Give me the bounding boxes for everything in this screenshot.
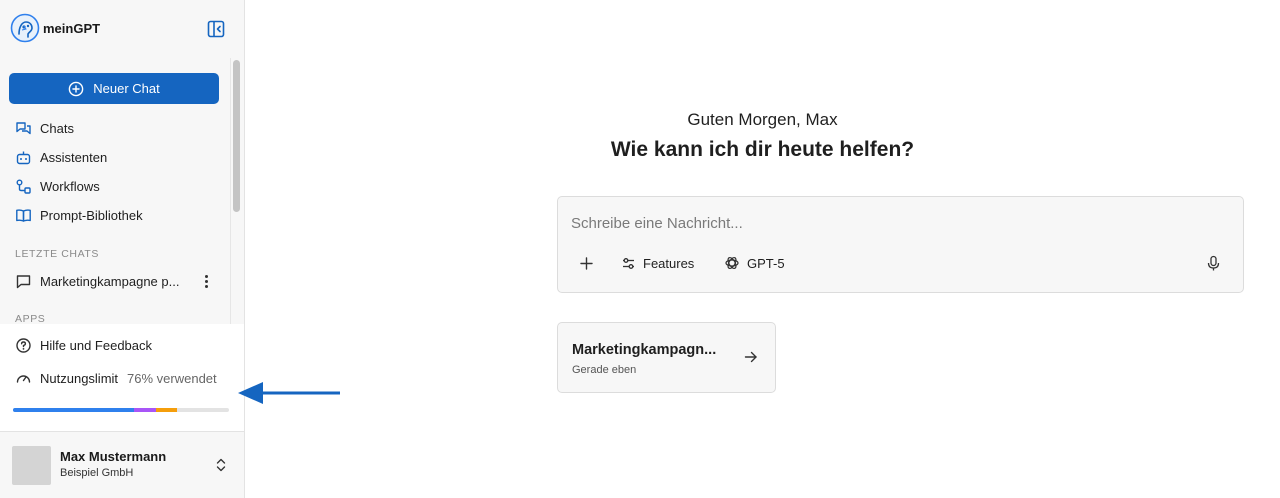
greeting: Guten Morgen, Max bbox=[687, 110, 838, 129]
message-icon bbox=[16, 274, 31, 288]
plus-icon bbox=[580, 256, 593, 270]
message-input[interactable] bbox=[571, 211, 1171, 235]
features-button[interactable]: Features bbox=[621, 253, 694, 273]
microphone-icon bbox=[1207, 255, 1220, 270]
help-feedback-link[interactable]: Hilfe und Feedback bbox=[15, 335, 152, 355]
recent-chat-card[interactable]: Marketingkampagn... Gerade eben bbox=[557, 322, 776, 393]
chevron-up-down-icon[interactable] bbox=[213, 456, 229, 474]
arrow-right-icon bbox=[744, 351, 757, 363]
robot-icon bbox=[16, 151, 31, 164]
scroll-divider bbox=[230, 58, 231, 324]
model-label: GPT-5 bbox=[747, 255, 785, 271]
openai-icon bbox=[725, 256, 739, 270]
page-title: Wie kann ich dir heute helfen? bbox=[610, 138, 915, 161]
recent-card-title: Marketingkampagn... bbox=[572, 342, 717, 358]
recent-chat-title: Marketingkampagne p... bbox=[40, 273, 180, 289]
usage-label: Nutzungslimit bbox=[40, 370, 119, 386]
new-chat-label: Neuer Chat bbox=[93, 81, 160, 96]
recent-chats-heading: LETZTE CHATS bbox=[15, 248, 100, 260]
sidebar: meinGPT Neuer Chat Chats Assistenten Wor… bbox=[0, 0, 245, 498]
sidebar-scrollbar[interactable] bbox=[233, 60, 240, 212]
sidebar-item-label: Workflows bbox=[40, 178, 100, 194]
sidebar-item-prompt-bibliothek[interactable]: Prompt-Bibliothek bbox=[15, 205, 143, 225]
user-company: Beispiel GmbH bbox=[60, 467, 134, 479]
sidebar-item-label: Assistenten bbox=[40, 149, 108, 165]
book-icon bbox=[16, 208, 31, 222]
chats-icon bbox=[16, 121, 31, 134]
brand[interactable]: meinGPT bbox=[10, 12, 100, 44]
attach-button[interactable] bbox=[579, 253, 601, 273]
help-icon bbox=[16, 337, 31, 353]
workflow-icon bbox=[16, 179, 31, 194]
usage-limit[interactable]: Nutzungslimit 76% verwendet bbox=[15, 368, 217, 388]
help-label: Hilfe und Feedback bbox=[40, 337, 153, 353]
sidebar-item-workflows[interactable]: Workflows bbox=[15, 176, 100, 196]
brand-name: meinGPT bbox=[43, 20, 101, 36]
message-composer: Features GPT-5 bbox=[557, 196, 1244, 293]
usage-progress-bar bbox=[13, 408, 229, 412]
recent-card-subtitle: Gerade eben bbox=[572, 364, 637, 376]
features-label: Features bbox=[643, 255, 695, 271]
collapse-sidebar-icon[interactable] bbox=[206, 19, 226, 39]
user-name: Max Mustermann bbox=[60, 449, 167, 464]
usage-segment-1 bbox=[13, 408, 134, 412]
sidebar-item-label: Chats bbox=[40, 120, 74, 136]
plus-circle-icon bbox=[68, 81, 84, 96]
usage-value: 76% verwendet bbox=[127, 370, 217, 386]
sidebar-item-label: Prompt-Bibliothek bbox=[40, 207, 143, 223]
avatar bbox=[12, 446, 51, 485]
sliders-icon bbox=[623, 257, 634, 269]
recent-chat-item[interactable]: Marketingkampagne p... bbox=[15, 271, 215, 291]
new-chat-button[interactable]: Neuer Chat bbox=[9, 73, 219, 104]
more-options-icon[interactable] bbox=[200, 272, 212, 290]
annotation-arrow-icon bbox=[238, 382, 340, 404]
sidebar-item-assistenten[interactable]: Assistenten bbox=[15, 147, 107, 167]
meingpt-logo-icon bbox=[10, 13, 40, 43]
usage-segment-2 bbox=[133, 408, 156, 412]
model-selector[interactable]: GPT-5 bbox=[724, 253, 785, 273]
sidebar-item-chats[interactable]: Chats bbox=[15, 118, 74, 138]
user-menu[interactable]: Max Mustermann Beispiel GmbH bbox=[0, 431, 244, 498]
gauge-icon bbox=[16, 374, 31, 383]
usage-segment-3 bbox=[155, 408, 178, 412]
microphone-button[interactable] bbox=[1206, 253, 1228, 273]
